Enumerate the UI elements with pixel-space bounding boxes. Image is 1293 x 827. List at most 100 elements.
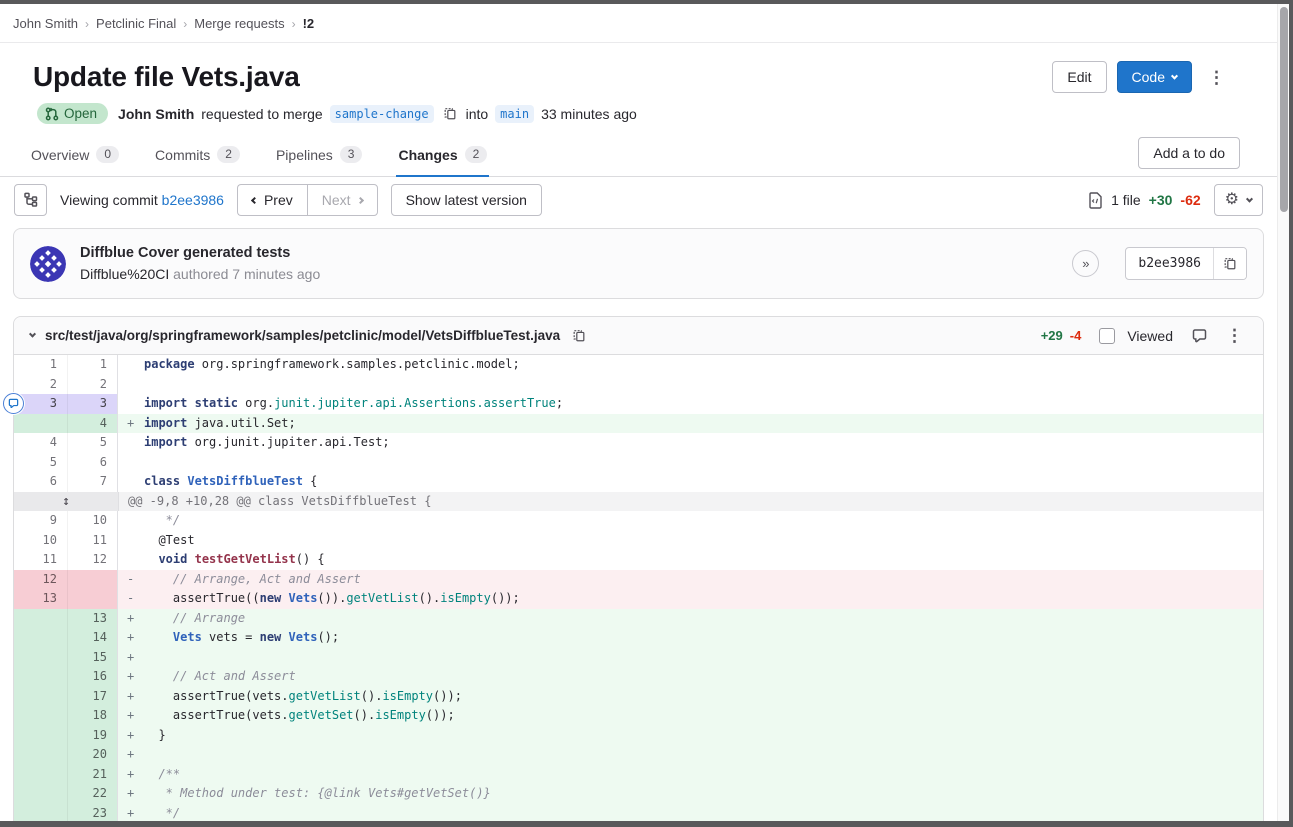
mr-tabs-bar: Overview0 Commits2 Pipelines3 Changes2 A…: [0, 137, 1277, 177]
diff-line: 33import static org.junit.jupiter.api.As…: [14, 394, 1263, 414]
new-line-number[interactable]: 16: [68, 667, 118, 687]
old-line-number[interactable]: [14, 706, 68, 726]
new-line-number[interactable]: 3: [68, 394, 118, 414]
prev-commit-button[interactable]: Prev: [237, 184, 307, 216]
commit-sha: b2ee3986: [1126, 248, 1213, 279]
breadcrumb-merge-requests[interactable]: Merge requests: [194, 16, 284, 31]
new-line-number[interactable]: 7: [68, 472, 118, 492]
collapse-file-chevron-icon[interactable]: [29, 331, 36, 338]
new-line-number[interactable]: 13: [68, 609, 118, 629]
code-dropdown-button[interactable]: Code: [1117, 61, 1192, 93]
old-line-number[interactable]: 1: [14, 355, 68, 375]
diff-line: 45import org.junit.jupiter.api.Test;: [14, 433, 1263, 453]
code-line: + * Method under test: {@link Vets#getVe…: [118, 784, 1263, 804]
old-line-number[interactable]: 5: [14, 453, 68, 473]
page-scrollbar[interactable]: [1277, 4, 1289, 821]
old-line-number[interactable]: [14, 609, 68, 629]
diff-line: 13- assertTrue((new Vets()).getVetList()…: [14, 589, 1263, 609]
commit-author-name[interactable]: Diffblue%20CI: [80, 266, 169, 282]
copy-branch-icon[interactable]: [441, 104, 459, 123]
copy-sha-icon[interactable]: [1213, 248, 1246, 279]
file-path[interactable]: src/test/java/org/springframework/sample…: [45, 328, 560, 343]
collapse-commit-icon[interactable]: »: [1072, 250, 1099, 277]
diff-settings-button[interactable]: ⚙: [1214, 184, 1263, 216]
diff-line: 19+ }: [14, 726, 1263, 746]
code-line: + // Act and Assert: [118, 667, 1263, 687]
old-line-number[interactable]: 4: [14, 433, 68, 453]
old-line-number[interactable]: [14, 414, 68, 434]
tab-overview[interactable]: Overview0: [29, 137, 121, 177]
tab-commits[interactable]: Commits2: [153, 137, 242, 177]
old-line-number[interactable]: 13: [14, 589, 68, 609]
scrollbar-thumb[interactable]: [1280, 7, 1288, 212]
old-line-number[interactable]: 10: [14, 531, 68, 551]
new-line-number[interactable]: 18: [68, 706, 118, 726]
commit-title[interactable]: Diffblue Cover generated tests: [80, 243, 320, 263]
tab-pipelines[interactable]: Pipelines3: [274, 137, 365, 177]
file-comment-icon[interactable]: [1189, 326, 1210, 346]
copy-path-icon[interactable]: [570, 326, 588, 345]
viewed-checkbox[interactable]: [1099, 328, 1115, 344]
new-line-number[interactable]: 12: [68, 550, 118, 570]
old-line-number[interactable]: 12: [14, 570, 68, 590]
viewed-label: Viewed: [1127, 328, 1173, 344]
diff-stats: 1 file +30 -62: [1088, 192, 1201, 209]
code-line: + assertTrue(vets.getVetList().isEmpty()…: [118, 687, 1263, 707]
old-line-number[interactable]: [14, 784, 68, 804]
into-text: into: [466, 106, 489, 122]
source-branch-ref[interactable]: sample-change: [330, 105, 434, 123]
breadcrumb-user[interactable]: John Smith: [13, 16, 78, 31]
new-line-number[interactable]: 20: [68, 745, 118, 765]
old-line-number[interactable]: [14, 765, 68, 785]
mr-action-text: requested to merge: [201, 106, 322, 122]
breadcrumb-project[interactable]: Petclinic Final: [96, 16, 176, 31]
new-line-number[interactable]: 6: [68, 453, 118, 473]
old-line-number[interactable]: [14, 648, 68, 668]
new-line-number[interactable]: 5: [68, 433, 118, 453]
new-line-number[interactable]: 14: [68, 628, 118, 648]
old-line-number[interactable]: [14, 745, 68, 765]
new-line-number[interactable]: 15: [68, 648, 118, 668]
expand-lines-icon[interactable]: ↕: [14, 492, 119, 512]
edit-button[interactable]: Edit: [1052, 61, 1106, 93]
show-latest-version-button[interactable]: Show latest version: [391, 184, 542, 216]
old-line-number[interactable]: 6: [14, 472, 68, 492]
old-line-number[interactable]: 11: [14, 550, 68, 570]
target-branch-ref[interactable]: main: [495, 105, 534, 123]
diff-line: 1011 @Test: [14, 531, 1263, 551]
window-frame-bottom: [0, 821, 1293, 827]
new-line-number[interactable]: 1: [68, 355, 118, 375]
file-tree-toggle-button[interactable]: [14, 184, 47, 216]
viewing-commit-sha-link[interactable]: b2ee3986: [162, 192, 224, 208]
file-options-icon[interactable]: ⋮: [1220, 323, 1249, 348]
old-line-number[interactable]: [14, 667, 68, 687]
add-todo-button[interactable]: Add a to do: [1138, 137, 1240, 169]
new-line-number[interactable]: [68, 589, 118, 609]
old-line-number[interactable]: [14, 726, 68, 746]
diff-line: 14+ Vets vets = new Vets();: [14, 628, 1263, 648]
new-line-number[interactable]: [68, 570, 118, 590]
new-line-number[interactable]: 4: [68, 414, 118, 434]
tab-changes[interactable]: Changes2: [396, 137, 489, 177]
code-line: + Vets vets = new Vets();: [118, 628, 1263, 648]
code-line: [118, 453, 1263, 473]
mr-author[interactable]: John Smith: [118, 106, 194, 122]
old-line-number[interactable]: 9: [14, 511, 68, 531]
new-line-number[interactable]: 19: [68, 726, 118, 746]
new-line-number[interactable]: 11: [68, 531, 118, 551]
new-line-number[interactable]: 22: [68, 784, 118, 804]
old-line-number[interactable]: 2: [14, 375, 68, 395]
new-line-number[interactable]: 2: [68, 375, 118, 395]
old-line-number[interactable]: [14, 628, 68, 648]
old-line-number[interactable]: [14, 687, 68, 707]
next-commit-button[interactable]: Next: [307, 184, 378, 216]
new-line-number[interactable]: 10: [68, 511, 118, 531]
mr-header: Update file Vets.java Edit Code ⋮ Open: [0, 43, 1277, 124]
diff-marker: +: [118, 628, 144, 648]
comment-indicator-icon[interactable]: [3, 393, 24, 414]
diff-line: 15+: [14, 648, 1263, 668]
commit-card: Diffblue Cover generated tests Diffblue%…: [13, 228, 1264, 299]
more-actions-icon[interactable]: ⋮: [1202, 65, 1231, 90]
new-line-number[interactable]: 21: [68, 765, 118, 785]
new-line-number[interactable]: 17: [68, 687, 118, 707]
